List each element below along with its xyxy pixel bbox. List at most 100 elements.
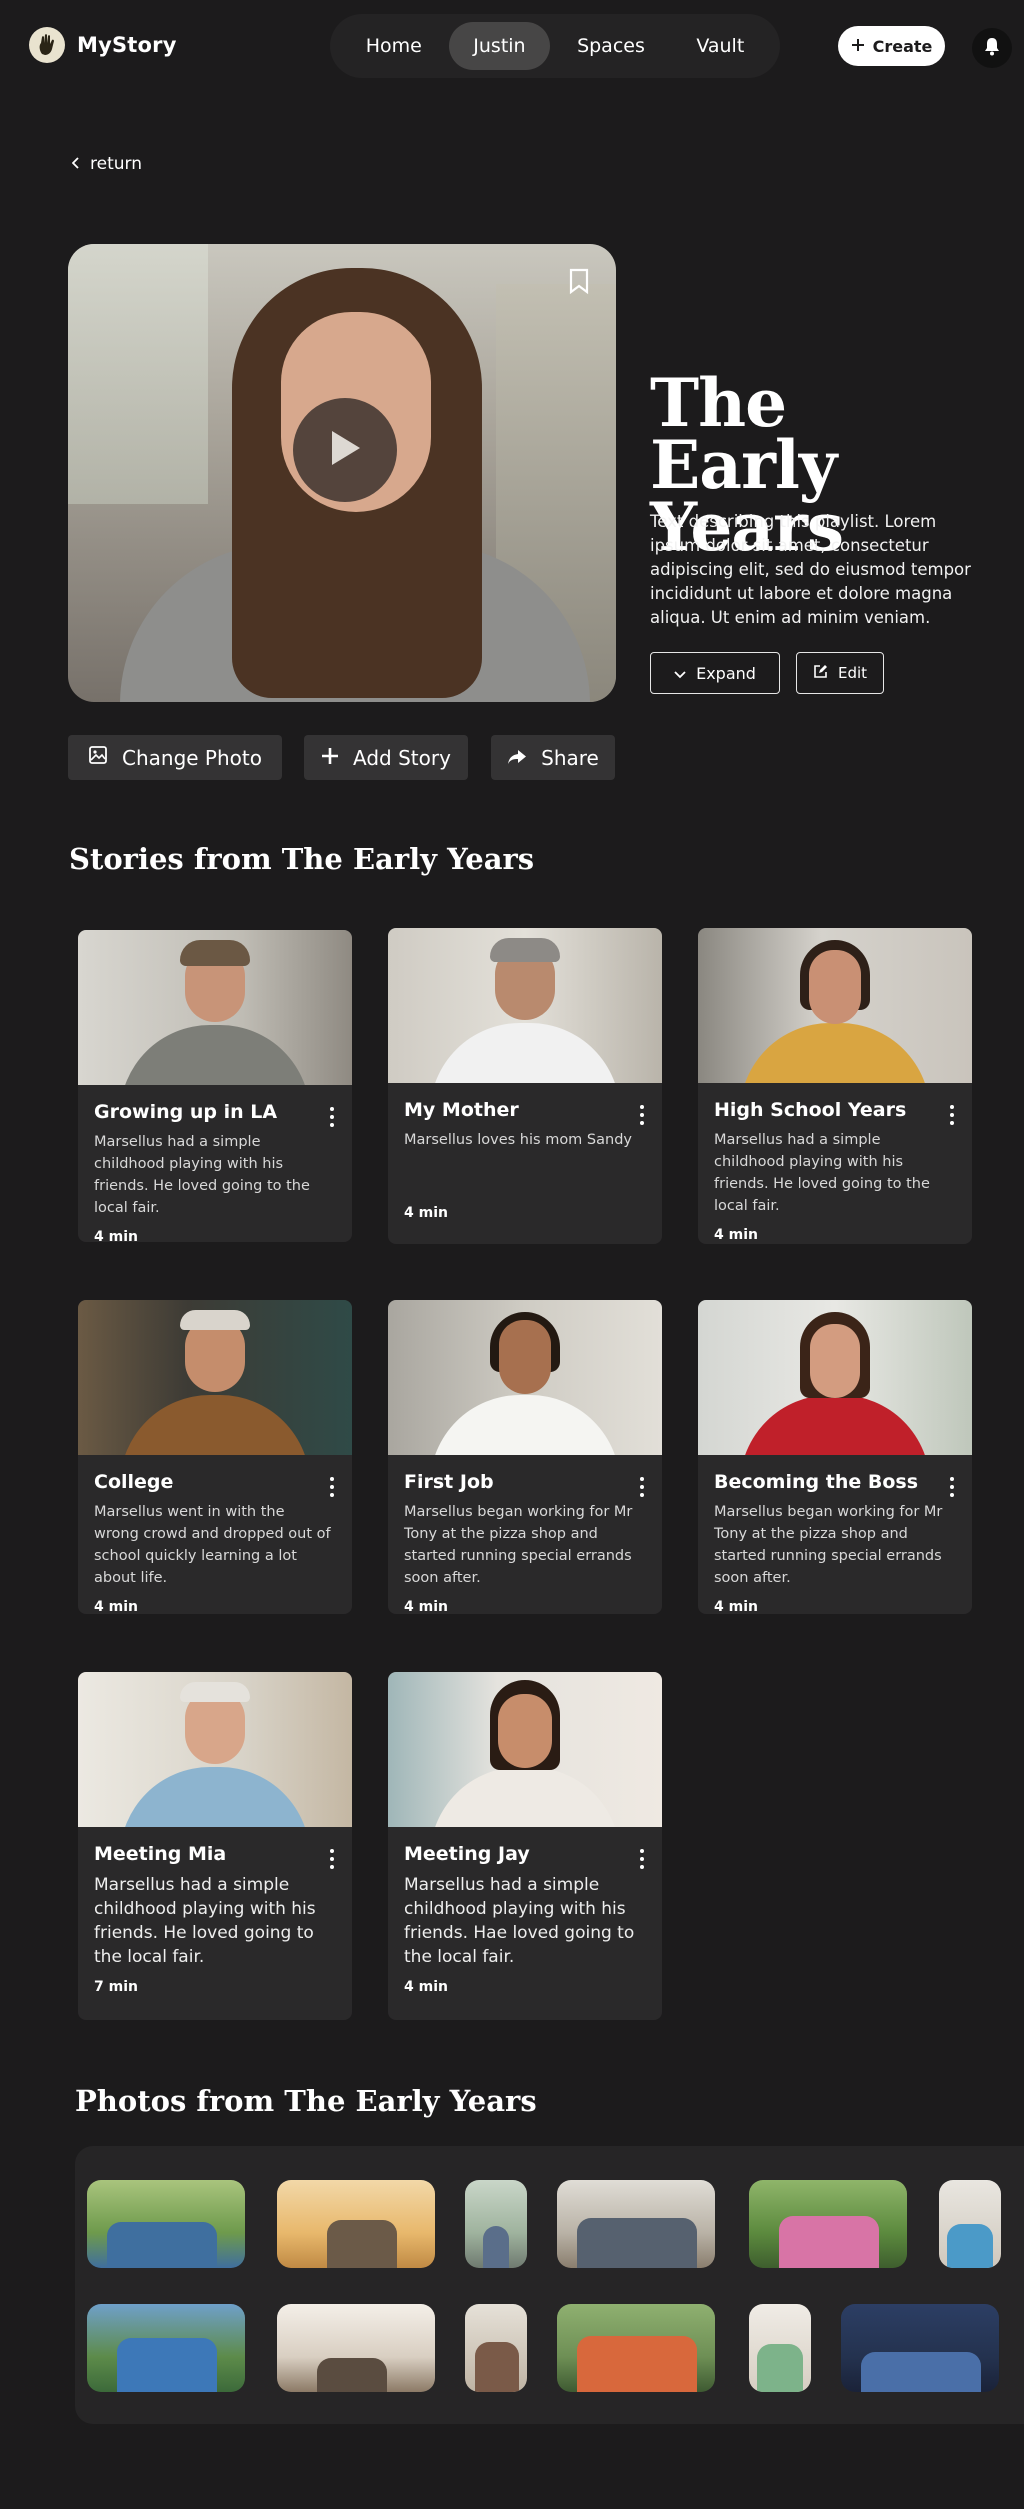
- photo-figure: [757, 2344, 803, 2392]
- tab-label: Justin: [473, 35, 526, 57]
- add-story-button[interactable]: Add Story: [304, 735, 468, 780]
- change-photo-label: Change Photo: [122, 745, 262, 770]
- share-button[interactable]: Share: [491, 735, 615, 780]
- story-duration: 4 min: [94, 1599, 138, 1614]
- tab-label: Spaces: [577, 35, 645, 57]
- photo-figure: [475, 2342, 519, 2392]
- photo-thumbnail[interactable]: [557, 2180, 715, 2268]
- story-title: Meeting Mia: [94, 1843, 227, 1865]
- story-duration: 4 min: [94, 1229, 138, 1242]
- create-button[interactable]: Create: [838, 26, 945, 66]
- app-logo[interactable]: MyStory: [29, 27, 177, 63]
- story-card[interactable]: College Marsellus went in with the wrong…: [78, 1300, 352, 1614]
- tab-label: Home: [365, 35, 422, 57]
- notifications-button[interactable]: [972, 28, 1012, 68]
- story-thumbnail: [78, 1300, 352, 1455]
- plus-icon: [851, 37, 865, 56]
- photo-figure: [327, 2220, 397, 2268]
- kebab-menu-icon[interactable]: [634, 1105, 650, 1125]
- stories-section-title: Stories from The Early Years: [69, 842, 535, 876]
- story-card[interactable]: Meeting Mia Marsellus had a simple child…: [78, 1672, 352, 2020]
- tab-spaces[interactable]: Spaces: [553, 22, 669, 70]
- story-thumbnail: [388, 1672, 662, 1827]
- kebab-menu-icon[interactable]: [634, 1849, 650, 1869]
- kebab-menu-icon[interactable]: [324, 1849, 340, 1869]
- story-description: Marsellus had a simple childhood playing…: [94, 1875, 316, 1967]
- plus-icon: [321, 746, 339, 770]
- share-label: Share: [541, 745, 599, 770]
- photo-figure: [483, 2226, 509, 2268]
- expand-label: Expand: [696, 663, 756, 683]
- thumbnail-figure: [180, 940, 250, 966]
- tab-vault[interactable]: Vault: [672, 22, 768, 70]
- kebab-menu-icon[interactable]: [324, 1107, 340, 1127]
- edit-button[interactable]: Edit: [796, 652, 884, 694]
- photo-thumbnail[interactable]: [749, 2304, 811, 2392]
- story-description: Marsellus went in with the wrong crowd a…: [94, 1504, 331, 1586]
- story-thumbnail: [388, 928, 662, 1083]
- play-icon: [328, 429, 362, 471]
- kebab-menu-icon[interactable]: [944, 1105, 960, 1125]
- story-duration: 4 min: [714, 1599, 758, 1614]
- photo-thumbnail[interactable]: [557, 2304, 715, 2392]
- story-thumbnail: [78, 930, 352, 1085]
- bookmark-icon[interactable]: [568, 268, 590, 298]
- story-duration: 4 min: [404, 1205, 448, 1221]
- playlist-cover-video[interactable]: [68, 244, 616, 702]
- story-card[interactable]: My Mother Marsellus loves his mom Sandy …: [388, 928, 662, 1244]
- photo-thumbnail[interactable]: [277, 2304, 435, 2392]
- story-description: Marsellus began working for Mr Tony at t…: [404, 1504, 633, 1586]
- tab-label: Vault: [696, 35, 745, 57]
- story-duration: 4 min: [404, 1599, 448, 1614]
- photos-gallery: [75, 2146, 1024, 2424]
- story-card[interactable]: First Job Marsellus began working for Mr…: [388, 1300, 662, 1614]
- thumbnail-figure: [810, 1324, 860, 1398]
- story-duration: 7 min: [94, 1979, 138, 1995]
- story-card[interactable]: Growing up in LA Marsellus had a simple …: [78, 930, 352, 1242]
- story-thumbnail: [698, 1300, 972, 1455]
- photo-thumbnail[interactable]: [841, 2304, 999, 2392]
- play-button[interactable]: [293, 398, 397, 502]
- photo-figure: [577, 2336, 697, 2392]
- photo-thumbnail[interactable]: [939, 2180, 1001, 2268]
- story-title: Becoming the Boss: [714, 1471, 918, 1493]
- edit-icon: [813, 664, 828, 683]
- story-thumbnail: [78, 1672, 352, 1827]
- kebab-menu-icon[interactable]: [324, 1477, 340, 1497]
- photo-thumbnail[interactable]: [277, 2180, 435, 2268]
- kebab-menu-icon[interactable]: [944, 1477, 960, 1497]
- kebab-menu-icon[interactable]: [634, 1477, 650, 1497]
- photo-thumbnail[interactable]: [87, 2304, 245, 2392]
- change-photo-button[interactable]: Change Photo: [68, 735, 282, 780]
- story-title: My Mother: [404, 1099, 519, 1121]
- photo-figure: [779, 2216, 879, 2268]
- story-description: Marsellus began working for Mr Tony at t…: [714, 1504, 943, 1586]
- return-link[interactable]: return: [71, 154, 142, 174]
- image-icon: [88, 745, 108, 770]
- expand-button[interactable]: Expand: [650, 652, 780, 694]
- photo-figure: [861, 2352, 981, 2392]
- chevron-left-icon: [71, 154, 80, 174]
- tab-home[interactable]: Home: [342, 22, 446, 70]
- photo-figure: [317, 2358, 387, 2392]
- photo-thumbnail[interactable]: [87, 2180, 245, 2268]
- story-thumbnail: [388, 1300, 662, 1455]
- photo-figure: [947, 2224, 993, 2268]
- story-duration: 4 min: [404, 1979, 448, 1995]
- add-story-label: Add Story: [353, 745, 451, 770]
- story-title: Growing up in LA: [94, 1101, 278, 1123]
- story-card[interactable]: High School Years Marsellus had a simple…: [698, 928, 972, 1244]
- story-title: First Job: [404, 1471, 494, 1493]
- main-nav: Home Justin Spaces Vault: [330, 14, 780, 78]
- story-title: Meeting Jay: [404, 1843, 530, 1865]
- story-card[interactable]: Meeting Jay Marsellus had a simple child…: [388, 1672, 662, 2020]
- top-bar: MyStory Home Justin Spaces Vault Create: [0, 0, 1024, 92]
- photo-thumbnail[interactable]: [749, 2180, 907, 2268]
- story-card[interactable]: Becoming the Boss Marsellus began workin…: [698, 1300, 972, 1614]
- chevron-down-icon: [674, 664, 686, 683]
- photo-thumbnail[interactable]: [465, 2180, 527, 2268]
- story-title: College: [94, 1471, 174, 1493]
- tab-justin[interactable]: Justin: [449, 22, 550, 70]
- photo-thumbnail[interactable]: [465, 2304, 527, 2392]
- photos-section-title: Photos from The Early Years: [75, 2084, 537, 2118]
